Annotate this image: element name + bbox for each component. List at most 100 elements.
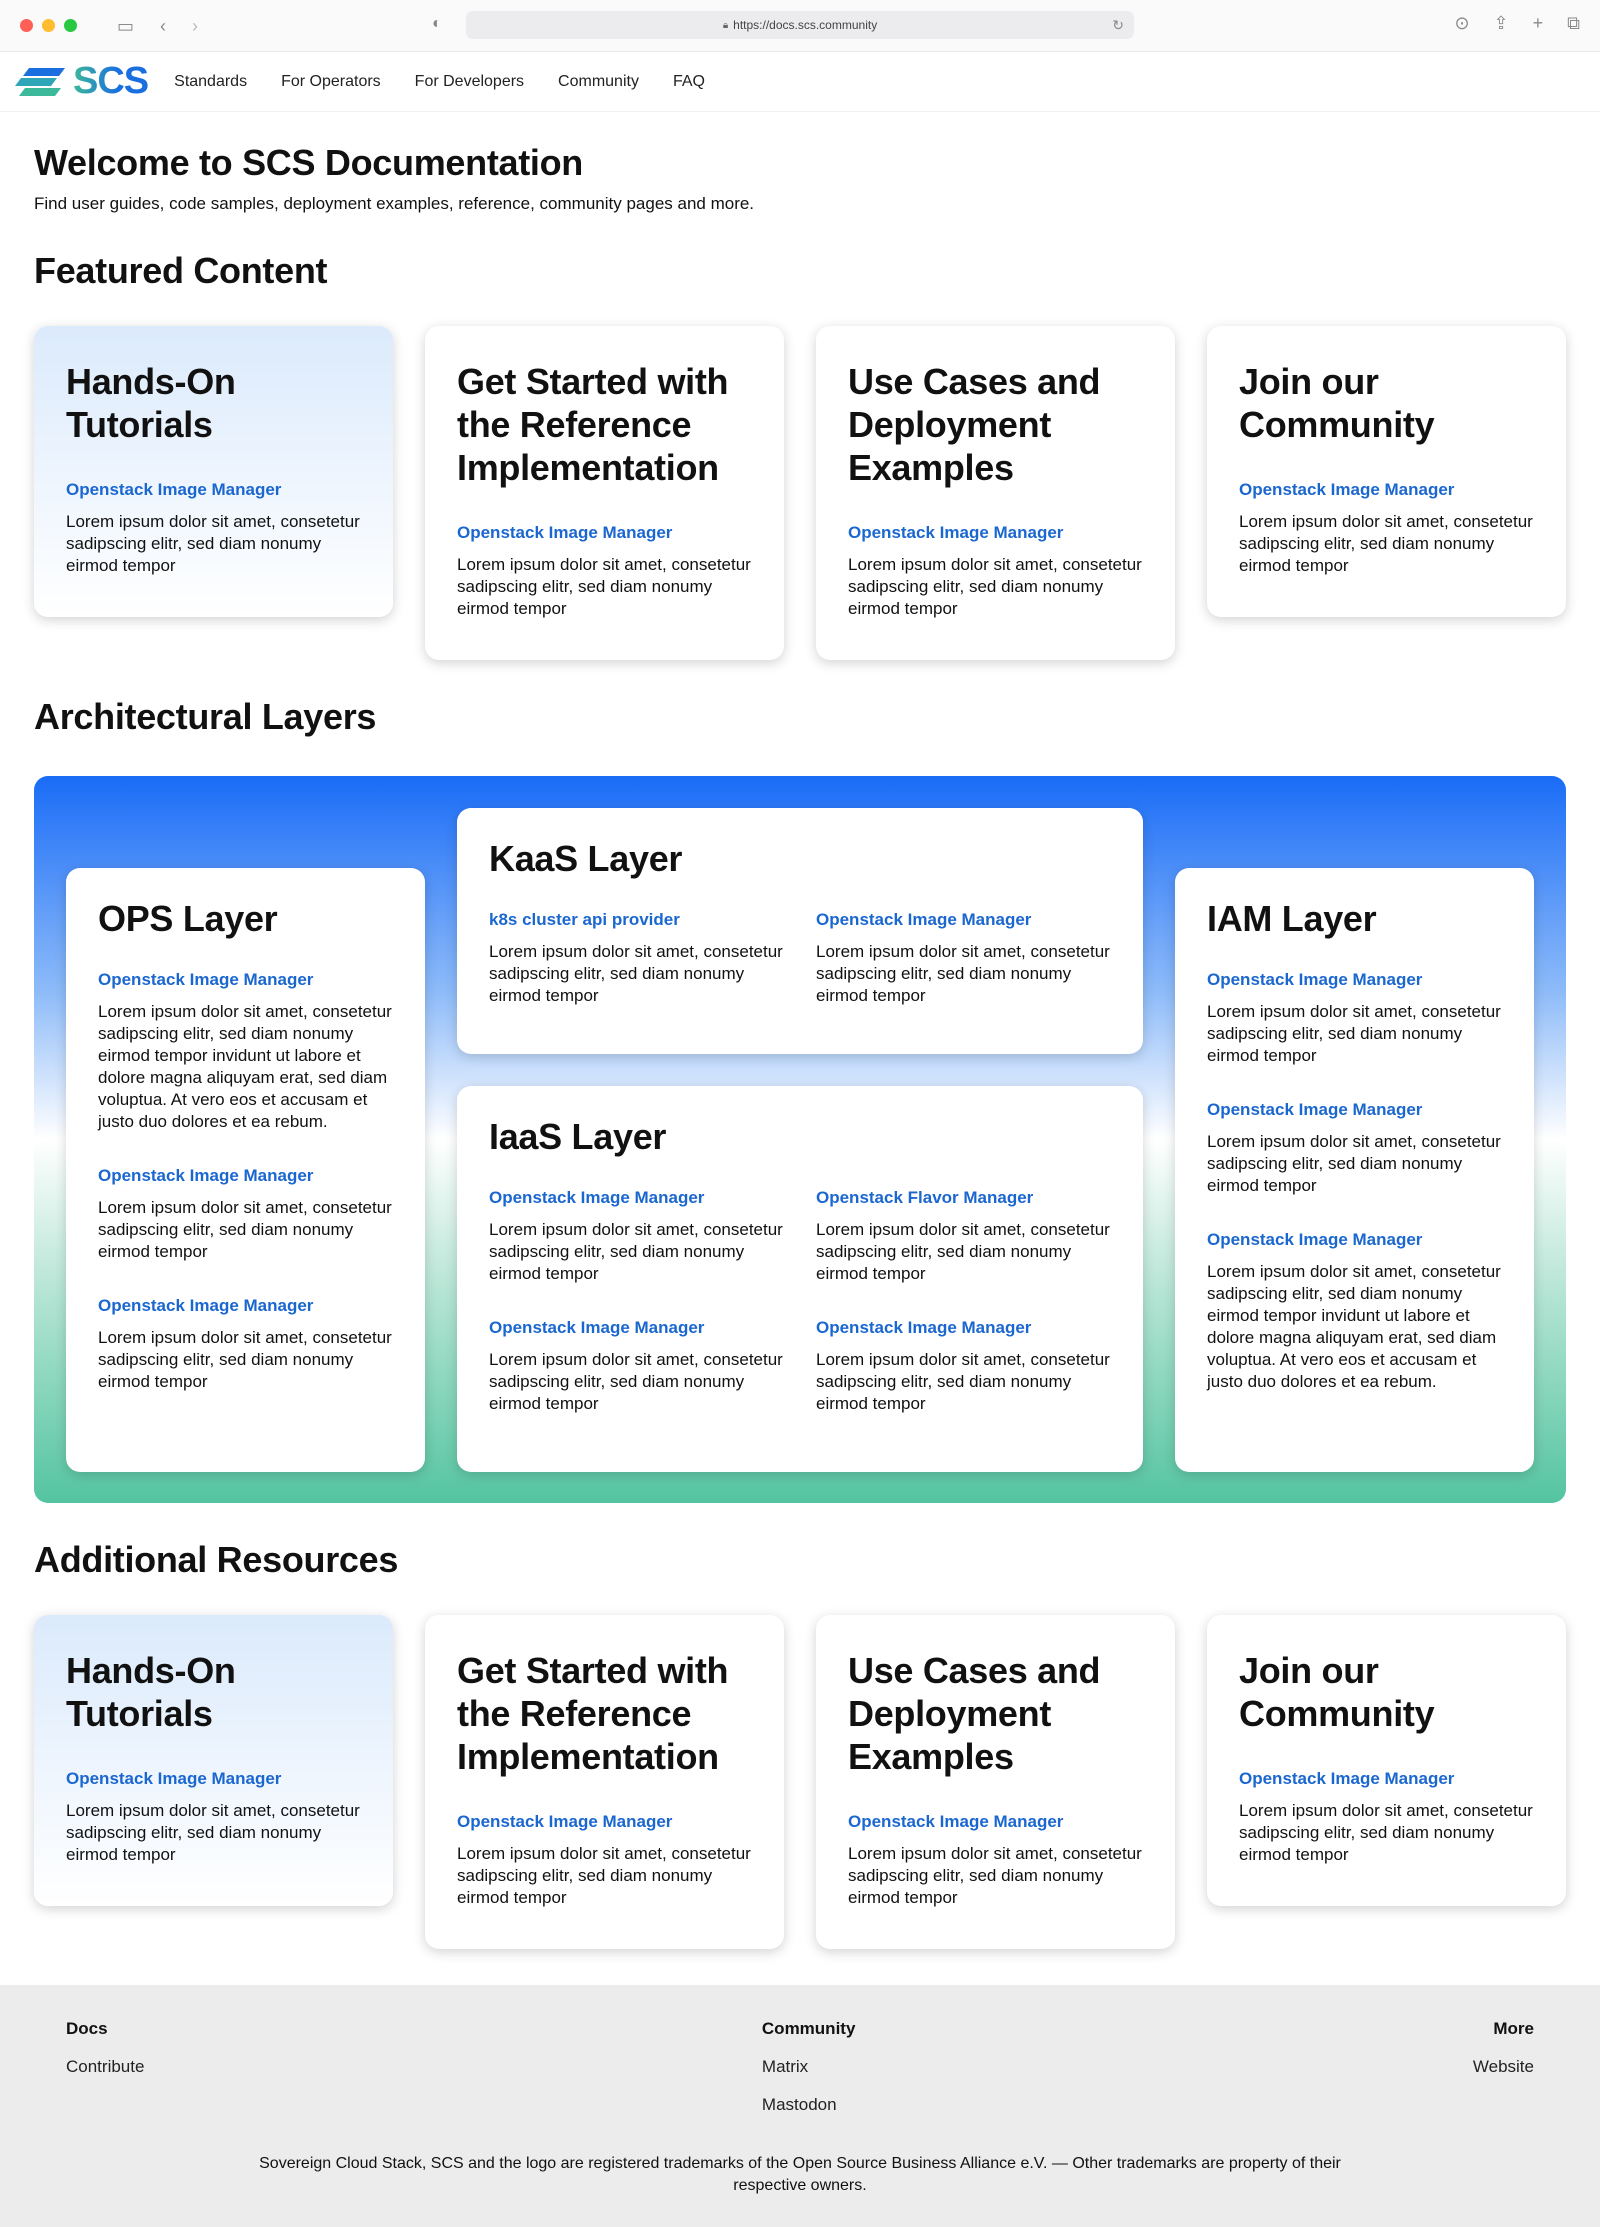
footer-link-contribute[interactable]: Contribute bbox=[66, 2057, 144, 2077]
layer-item-link[interactable]: Openstack Image Manager bbox=[1207, 970, 1502, 990]
address-bar[interactable]: 🔒︎ https://docs.scs.community ↻ bbox=[466, 11, 1134, 39]
back-arrow-icon[interactable]: ‹ bbox=[160, 17, 166, 35]
layer-item-text: Lorem ipsum dolor sit amet, consetetur s… bbox=[816, 1350, 1110, 1413]
nav-for-operators[interactable]: For Operators bbox=[281, 73, 381, 91]
layer-item-link[interactable]: Openstack Image Manager bbox=[1207, 1230, 1502, 1250]
forward-arrow-icon[interactable]: › bbox=[192, 17, 198, 35]
footer-link-website[interactable]: Website bbox=[1473, 2057, 1534, 2077]
layer-item-link[interactable]: Openstack Image Manager bbox=[816, 910, 1111, 930]
resource-card[interactable]: Use Cases and Deployment Examples Openst… bbox=[816, 1615, 1175, 1949]
footer-link-mastodon[interactable]: Mastodon bbox=[762, 2095, 856, 2115]
layer-item-text: Lorem ipsum dolor sit amet, consetetur s… bbox=[98, 1198, 392, 1261]
featured-cards: Hands-On Tutorials Openstack Image Manag… bbox=[34, 326, 1566, 660]
layer-item-text: Lorem ipsum dolor sit amet, consetetur s… bbox=[489, 1350, 783, 1413]
layer-item: Openstack Image Manager Lorem ipsum dolo… bbox=[98, 1296, 393, 1393]
resource-card[interactable]: Hands-On Tutorials Openstack Image Manag… bbox=[34, 1615, 393, 1906]
layer-title: IaaS Layer bbox=[489, 1116, 667, 1157]
featured-card[interactable]: Join our Community Openstack Image Manag… bbox=[1207, 326, 1566, 617]
download-icon[interactable]: ⊙ bbox=[1454, 14, 1469, 32]
featured-card[interactable]: Use Cases and Deployment Examples Openst… bbox=[816, 326, 1175, 660]
layer-item-text: Lorem ipsum dolor sit amet, consetetur s… bbox=[1207, 1262, 1501, 1391]
card-link[interactable]: Openstack Image Manager bbox=[66, 480, 361, 500]
card-text: Lorem ipsum dolor sit amet, consetetur s… bbox=[66, 512, 360, 575]
layer-item-link[interactable]: Openstack Image Manager bbox=[489, 1318, 784, 1338]
logo-text: SCS bbox=[73, 60, 149, 102]
scs-logo-icon bbox=[15, 67, 65, 96]
page-subtitle: Find user guides, code samples, deployme… bbox=[34, 194, 755, 213]
nav-community[interactable]: Community bbox=[558, 73, 639, 91]
card-text: Lorem ipsum dolor sit amet, consetetur s… bbox=[457, 555, 751, 618]
layer-title: IAM Layer bbox=[1207, 898, 1377, 939]
maximize-window-button[interactable] bbox=[64, 19, 77, 32]
footer-copyright: Sovereign Cloud Stack, SCS and the logo … bbox=[259, 2155, 1341, 2194]
card-text: Lorem ipsum dolor sit amet, consetetur s… bbox=[848, 1844, 1142, 1907]
lock-icon: 🔒︎ bbox=[722, 19, 729, 31]
share-icon[interactable]: ⇪ bbox=[1494, 14, 1509, 32]
footer-link-matrix[interactable]: Matrix bbox=[762, 2057, 856, 2077]
url-text: https://docs.scs.community bbox=[733, 18, 878, 32]
architecture-diagram: OPS Layer Openstack Image Manager Lorem … bbox=[34, 776, 1566, 1503]
new-tab-icon[interactable]: + bbox=[1533, 14, 1544, 32]
resource-card[interactable]: Join our Community Openstack Image Manag… bbox=[1207, 1615, 1566, 1906]
layer-item-link[interactable]: Openstack Image Manager bbox=[1207, 1100, 1502, 1120]
layer-item-text: Lorem ipsum dolor sit amet, consetetur s… bbox=[98, 1328, 392, 1391]
layer-item-link[interactable]: Openstack Image Manager bbox=[98, 970, 393, 990]
footer-column-title: Community bbox=[761, 2019, 856, 2038]
layer-item: Openstack Flavor Manager Lorem ipsum dol… bbox=[816, 1188, 1111, 1285]
layer-item-text: Lorem ipsum dolor sit amet, consetetur s… bbox=[1207, 1132, 1501, 1195]
card-link[interactable]: Openstack Image Manager bbox=[1239, 1769, 1534, 1789]
layer-item-link[interactable]: Openstack Image Manager bbox=[816, 1318, 1111, 1338]
featured-card[interactable]: Get Started with the Reference Implement… bbox=[425, 326, 784, 660]
layer-item-link[interactable]: Openstack Flavor Manager bbox=[816, 1188, 1111, 1208]
privacy-shield-icon[interactable]: ◐ bbox=[432, 15, 442, 33]
tab-overview-icon[interactable]: ⧉ bbox=[1567, 14, 1580, 32]
resource-card[interactable]: Get Started with the Reference Implement… bbox=[425, 1615, 784, 1949]
card-title: Hands-On Tutorials bbox=[66, 361, 236, 445]
site-logo[interactable]: SCS bbox=[15, 60, 149, 103]
page-title: Welcome to SCS Documentation bbox=[34, 142, 584, 183]
card-text: Lorem ipsum dolor sit amet, consetetur s… bbox=[66, 1801, 360, 1864]
kaas-layer-card: KaaS Layer k8s cluster api provider Lore… bbox=[457, 808, 1143, 1054]
layer-item-text: Lorem ipsum dolor sit amet, consetetur s… bbox=[489, 1220, 783, 1283]
card-link[interactable]: Openstack Image Manager bbox=[457, 523, 752, 543]
card-link[interactable]: Openstack Image Manager bbox=[848, 523, 1143, 543]
iaas-layer-card: IaaS Layer Openstack Image Manager Lorem… bbox=[457, 1086, 1143, 1472]
card-link[interactable]: Openstack Image Manager bbox=[848, 1812, 1143, 1832]
card-text: Lorem ipsum dolor sit amet, consetetur s… bbox=[457, 1844, 751, 1907]
card-title: Join our Community bbox=[1239, 361, 1435, 445]
layer-item-link[interactable]: k8s cluster api provider bbox=[489, 910, 784, 930]
layer-item-link[interactable]: Openstack Image Manager bbox=[98, 1296, 393, 1316]
sidebar-toggle-icon[interactable]: ▭ bbox=[117, 17, 134, 35]
card-text: Lorem ipsum dolor sit amet, consetetur s… bbox=[1239, 1801, 1533, 1864]
card-title: Use Cases and Deployment Examples bbox=[848, 1650, 1101, 1777]
reload-icon[interactable]: ↻ bbox=[1112, 17, 1124, 34]
card-title: Use Cases and Deployment Examples bbox=[848, 361, 1101, 488]
card-link[interactable]: Openstack Image Manager bbox=[457, 1812, 752, 1832]
footer-docs-column: Docs Contribute bbox=[66, 2019, 144, 2115]
nav-for-developers[interactable]: For Developers bbox=[415, 73, 524, 91]
nav-faq[interactable]: FAQ bbox=[673, 73, 705, 91]
nav-standards[interactable]: Standards bbox=[174, 73, 247, 91]
minimize-window-button[interactable] bbox=[42, 19, 55, 32]
main-content: Welcome to SCS Documentation Find user g… bbox=[0, 142, 1600, 1949]
resources-title: Additional Resources bbox=[34, 1539, 399, 1580]
featured-card[interactable]: Hands-On Tutorials Openstack Image Manag… bbox=[34, 326, 393, 617]
layer-item: Openstack Image Manager Lorem ipsum dolo… bbox=[1207, 1100, 1502, 1197]
layer-item-text: Lorem ipsum dolor sit amet, consetetur s… bbox=[489, 942, 783, 1005]
window-controls bbox=[20, 19, 77, 32]
card-title: Get Started with the Reference Implement… bbox=[457, 1650, 729, 1777]
top-navigation: SCS Standards For Operators For Develope… bbox=[0, 52, 1600, 112]
layer-item-text: Lorem ipsum dolor sit amet, consetetur s… bbox=[816, 1220, 1110, 1283]
layer-item: Openstack Image Manager Lorem ipsum dolo… bbox=[489, 1318, 784, 1415]
card-link[interactable]: Openstack Image Manager bbox=[66, 1769, 361, 1789]
footer-column-title: Docs bbox=[66, 2019, 108, 2038]
browser-toolbar: ▭ ‹ › ◐ 🔒︎ https://docs.scs.community ↻ … bbox=[0, 0, 1600, 52]
footer-more-column: More Website bbox=[1473, 2019, 1534, 2115]
card-text: Lorem ipsum dolor sit amet, consetetur s… bbox=[1239, 512, 1533, 575]
close-window-button[interactable] bbox=[20, 19, 33, 32]
layer-item-link[interactable]: Openstack Image Manager bbox=[489, 1188, 784, 1208]
layer-item-link[interactable]: Openstack Image Manager bbox=[98, 1166, 393, 1186]
card-link[interactable]: Openstack Image Manager bbox=[1239, 480, 1534, 500]
layer-item: k8s cluster api provider Lorem ipsum dol… bbox=[489, 910, 784, 1007]
card-title: Hands-On Tutorials bbox=[66, 1650, 236, 1734]
